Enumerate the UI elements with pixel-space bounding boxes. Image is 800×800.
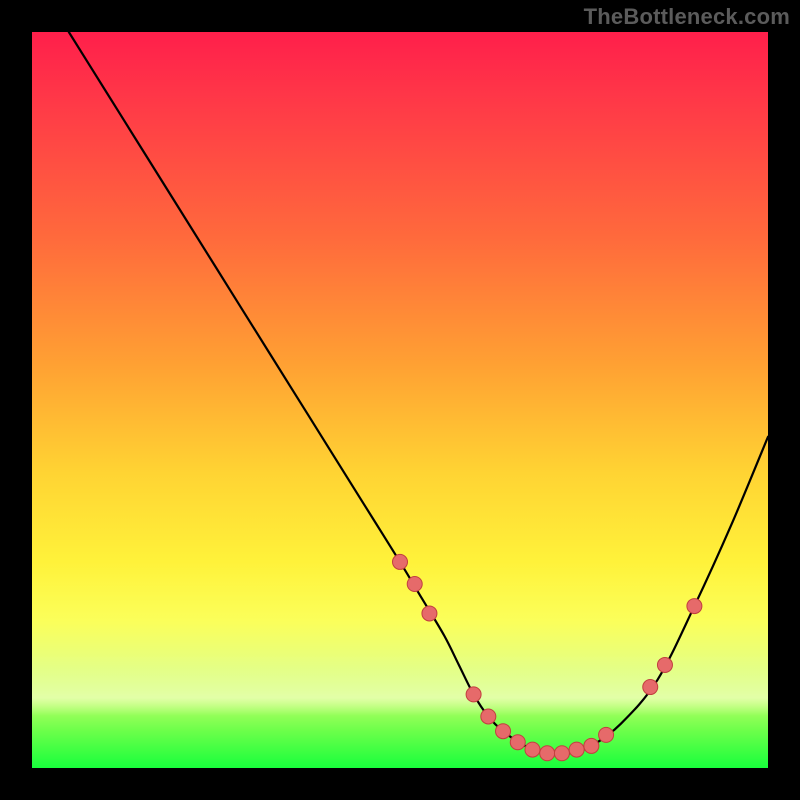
curve-marker bbox=[422, 606, 437, 621]
curve-marker bbox=[569, 742, 584, 757]
curve-marker bbox=[525, 742, 540, 757]
curve-marker bbox=[554, 746, 569, 761]
curve-svg bbox=[32, 32, 768, 768]
curve-marker bbox=[393, 554, 408, 569]
curve-marker bbox=[510, 735, 525, 750]
curve-marker bbox=[657, 657, 672, 672]
chart-frame: TheBottleneck.com bbox=[0, 0, 800, 800]
curve-marker bbox=[584, 738, 599, 753]
curve-marker bbox=[496, 724, 511, 739]
curve-marker bbox=[481, 709, 496, 724]
curve-markers bbox=[393, 554, 702, 760]
curve-marker bbox=[687, 599, 702, 614]
plot-area bbox=[32, 32, 768, 768]
bottleneck-curve bbox=[69, 32, 768, 754]
curve-marker bbox=[407, 577, 422, 592]
watermark-label: TheBottleneck.com bbox=[584, 4, 790, 30]
curve-marker bbox=[540, 746, 555, 761]
curve-marker bbox=[643, 680, 658, 695]
curve-marker bbox=[599, 727, 614, 742]
curve-marker bbox=[466, 687, 481, 702]
